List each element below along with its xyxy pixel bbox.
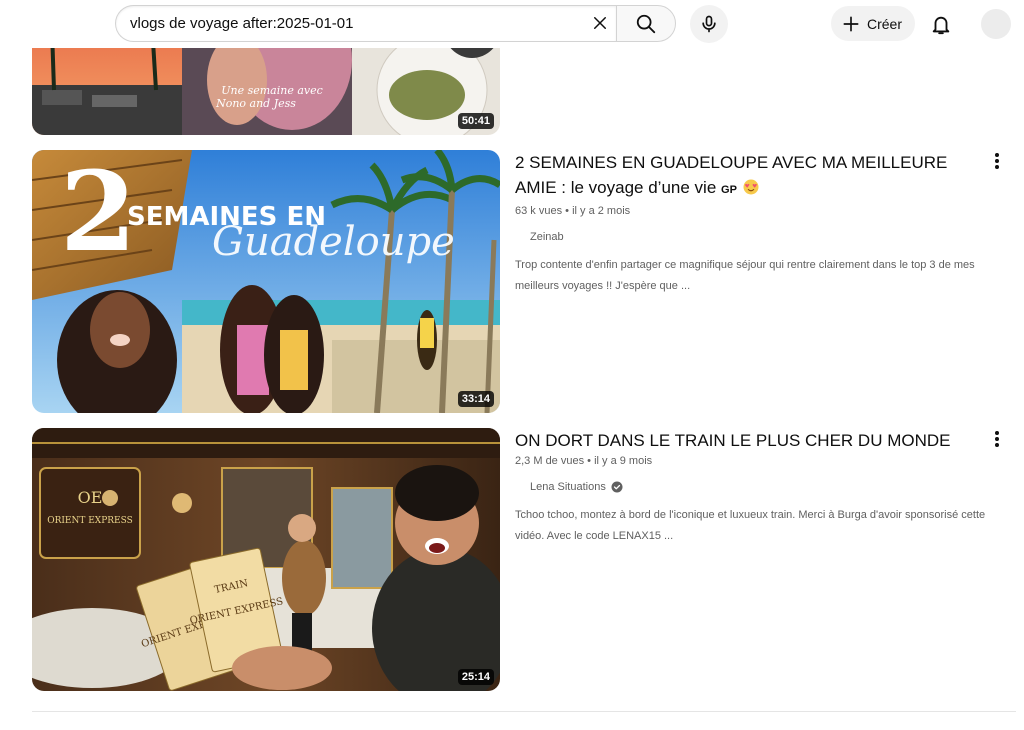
video-info-3: ON DORT DANS LE TRAIN LE PLUS CHER DU MO…	[515, 428, 985, 547]
thumbnail-sign-text: ORIENT EXPRESS	[47, 516, 133, 526]
clear-search-button[interactable]	[585, 8, 615, 38]
video-duration-badge: 50:41	[457, 113, 494, 129]
video-description: Tchoo tchoo, montez à bord de l'iconique…	[515, 509, 986, 542]
video-title[interactable]: 2 SEMAINES EN GUADELOUPE AVEC MA MEILLEU…	[515, 150, 975, 203]
notifications-button[interactable]	[922, 6, 960, 44]
voice-search-button[interactable]	[690, 5, 728, 43]
video-description: Trop contente d'enfin partager ce magnif…	[515, 259, 975, 292]
view-count: 2,3 M de vues	[515, 455, 585, 467]
channel-link[interactable]: Lena Situations	[515, 481, 975, 493]
video-duration-badge: 33:14	[457, 391, 494, 407]
thumbnail-image-2: 2 SEMAINES EN Guadeloupe	[32, 150, 500, 413]
thumbnail-title-line-2: Guadeloupe	[212, 219, 455, 265]
search-button[interactable]	[616, 5, 676, 42]
create-label: Créer	[867, 15, 903, 32]
upload-age: il y a 2 mois	[572, 205, 631, 217]
more-vert-icon	[995, 431, 999, 447]
more-vert-icon	[995, 153, 999, 169]
video-thumbnail-3[interactable]: OE ORIENT EXPRESS ORIENT EXPRESS TRAIN O…	[32, 428, 500, 691]
video-meta: 2,3 M de vues • il y a 9 mois	[515, 455, 653, 467]
video-meta: 63 k vues • il y a 2 mois	[515, 205, 631, 217]
upload-age: il y a 9 mois	[594, 455, 653, 467]
create-button[interactable]: Créer	[831, 6, 915, 41]
mic-icon	[702, 15, 716, 33]
channel-name: Lena Situations	[530, 481, 606, 493]
thumbnail-sign-monogram: OE	[78, 488, 103, 507]
video-title-badge: GP	[721, 184, 737, 196]
heart-eyes-emoji-icon	[743, 179, 759, 195]
search-query-text: vlogs de voyage after:2025-01-01	[130, 15, 354, 32]
video-info-2: 2 SEMAINES EN GUADELOUPE AVEC MA MEILLEU…	[515, 150, 975, 297]
video-thumbnail-2[interactable]: 2 SEMAINES EN Guadeloupe 33:14	[32, 150, 500, 413]
bell-icon	[932, 16, 950, 35]
video-title-text: ON DORT DANS LE TRAIN LE PLUS CHER DU MO…	[515, 431, 951, 450]
channel-link[interactable]: Zeinab	[515, 231, 975, 243]
top-bar: vlogs de voyage after:2025-01-01 Créer	[0, 0, 1024, 48]
more-actions-button[interactable]	[986, 428, 1008, 450]
search-input[interactable]: vlogs de voyage after:2025-01-01	[115, 5, 616, 42]
search-icon	[636, 14, 656, 33]
verified-check-icon	[611, 481, 623, 493]
close-icon	[594, 17, 606, 29]
video-title[interactable]: ON DORT DANS LE TRAIN LE PLUS CHER DU MO…	[515, 428, 975, 453]
thumbnail-big-number: 2	[60, 150, 137, 276]
view-count: 63 k vues	[515, 205, 563, 217]
thumbnail-overlay-text-1: Une semaine avec	[221, 84, 323, 97]
thumbnail-overlay-text-2: Nono and Jess	[215, 97, 296, 110]
video-duration-badge: 25:14	[457, 669, 494, 685]
plus-icon	[843, 15, 859, 31]
avatar[interactable]	[981, 9, 1011, 39]
channel-name: Zeinab	[530, 231, 564, 243]
results-divider	[32, 711, 1016, 712]
thumbnail-image-3: OE ORIENT EXPRESS ORIENT EXPRESS TRAIN O…	[32, 428, 500, 691]
more-actions-button[interactable]	[986, 150, 1008, 172]
